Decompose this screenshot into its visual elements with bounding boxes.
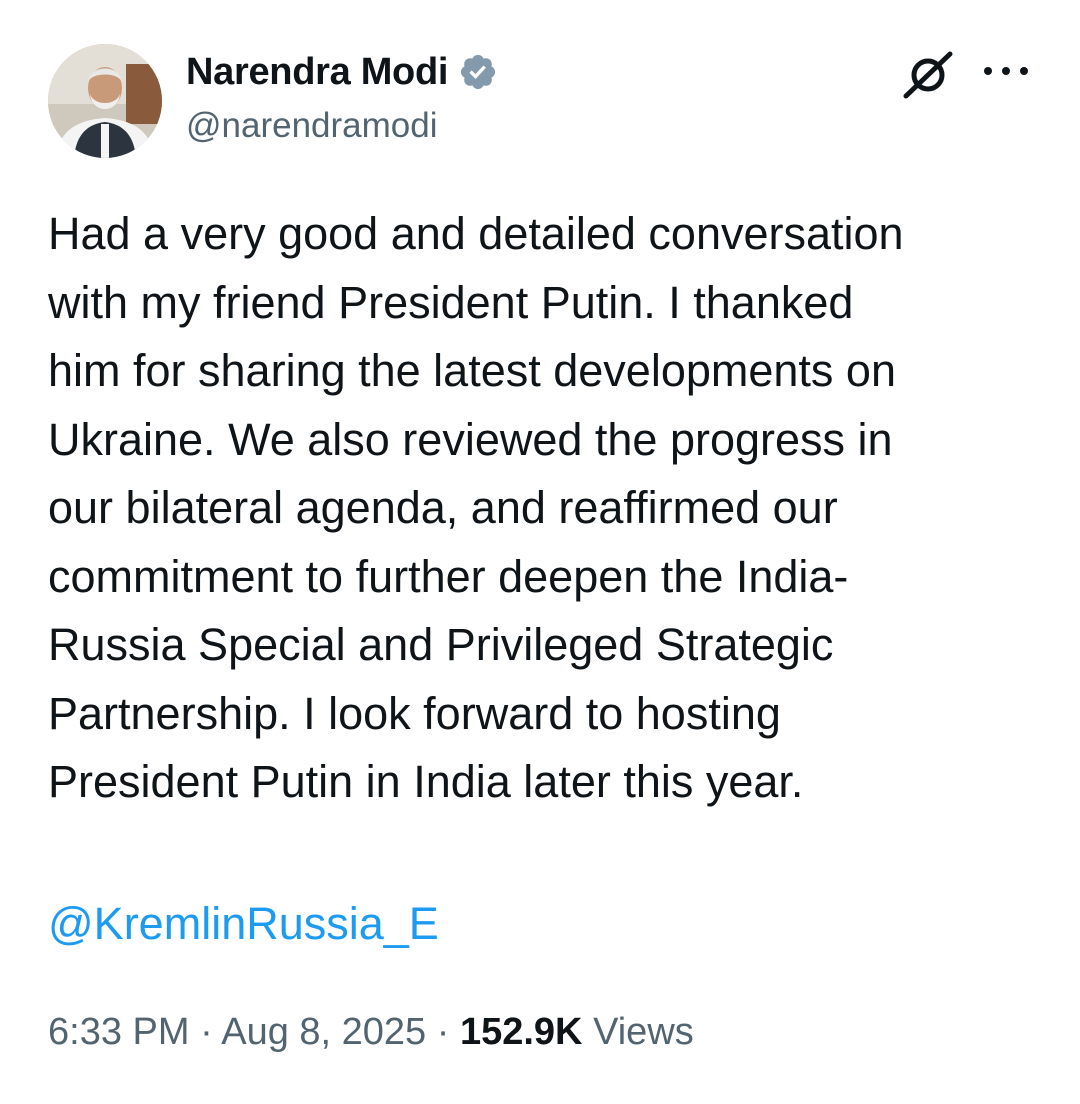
author-name-row: Narendra Modi [186, 50, 498, 94]
author-handle[interactable]: @narendramodi [186, 106, 438, 146]
tweet-text: Had a very good and detailed conversatio… [48, 208, 904, 807]
avatar-image [48, 44, 162, 158]
meta-separator: · [436, 1011, 450, 1053]
mention-link[interactable]: @KremlinRussia_E [48, 890, 439, 958]
avatar[interactable] [48, 44, 162, 158]
tweet-meta: 6:33 PM · Aug 8, 2025 · 152.9K Views [48, 1002, 694, 1062]
tweet: Narendra Modi @narendramodi Had a very g… [0, 0, 1080, 1104]
author-display-name[interactable]: Narendra Modi [186, 51, 448, 94]
more-options-icon[interactable] [984, 56, 1028, 86]
more-dot [1002, 67, 1010, 75]
meta-separator: · [200, 1011, 213, 1053]
more-dot [1020, 67, 1028, 75]
tweet-time[interactable]: 6:33 PM [48, 1011, 190, 1053]
views-count[interactable]: 152.9K [460, 1011, 583, 1053]
views-label: Views [593, 1011, 694, 1053]
more-dot [984, 67, 992, 75]
grok-icon[interactable] [900, 50, 956, 100]
verified-badge-icon[interactable] [458, 52, 498, 92]
tweet-date[interactable]: Aug 8, 2025 [221, 1011, 426, 1053]
